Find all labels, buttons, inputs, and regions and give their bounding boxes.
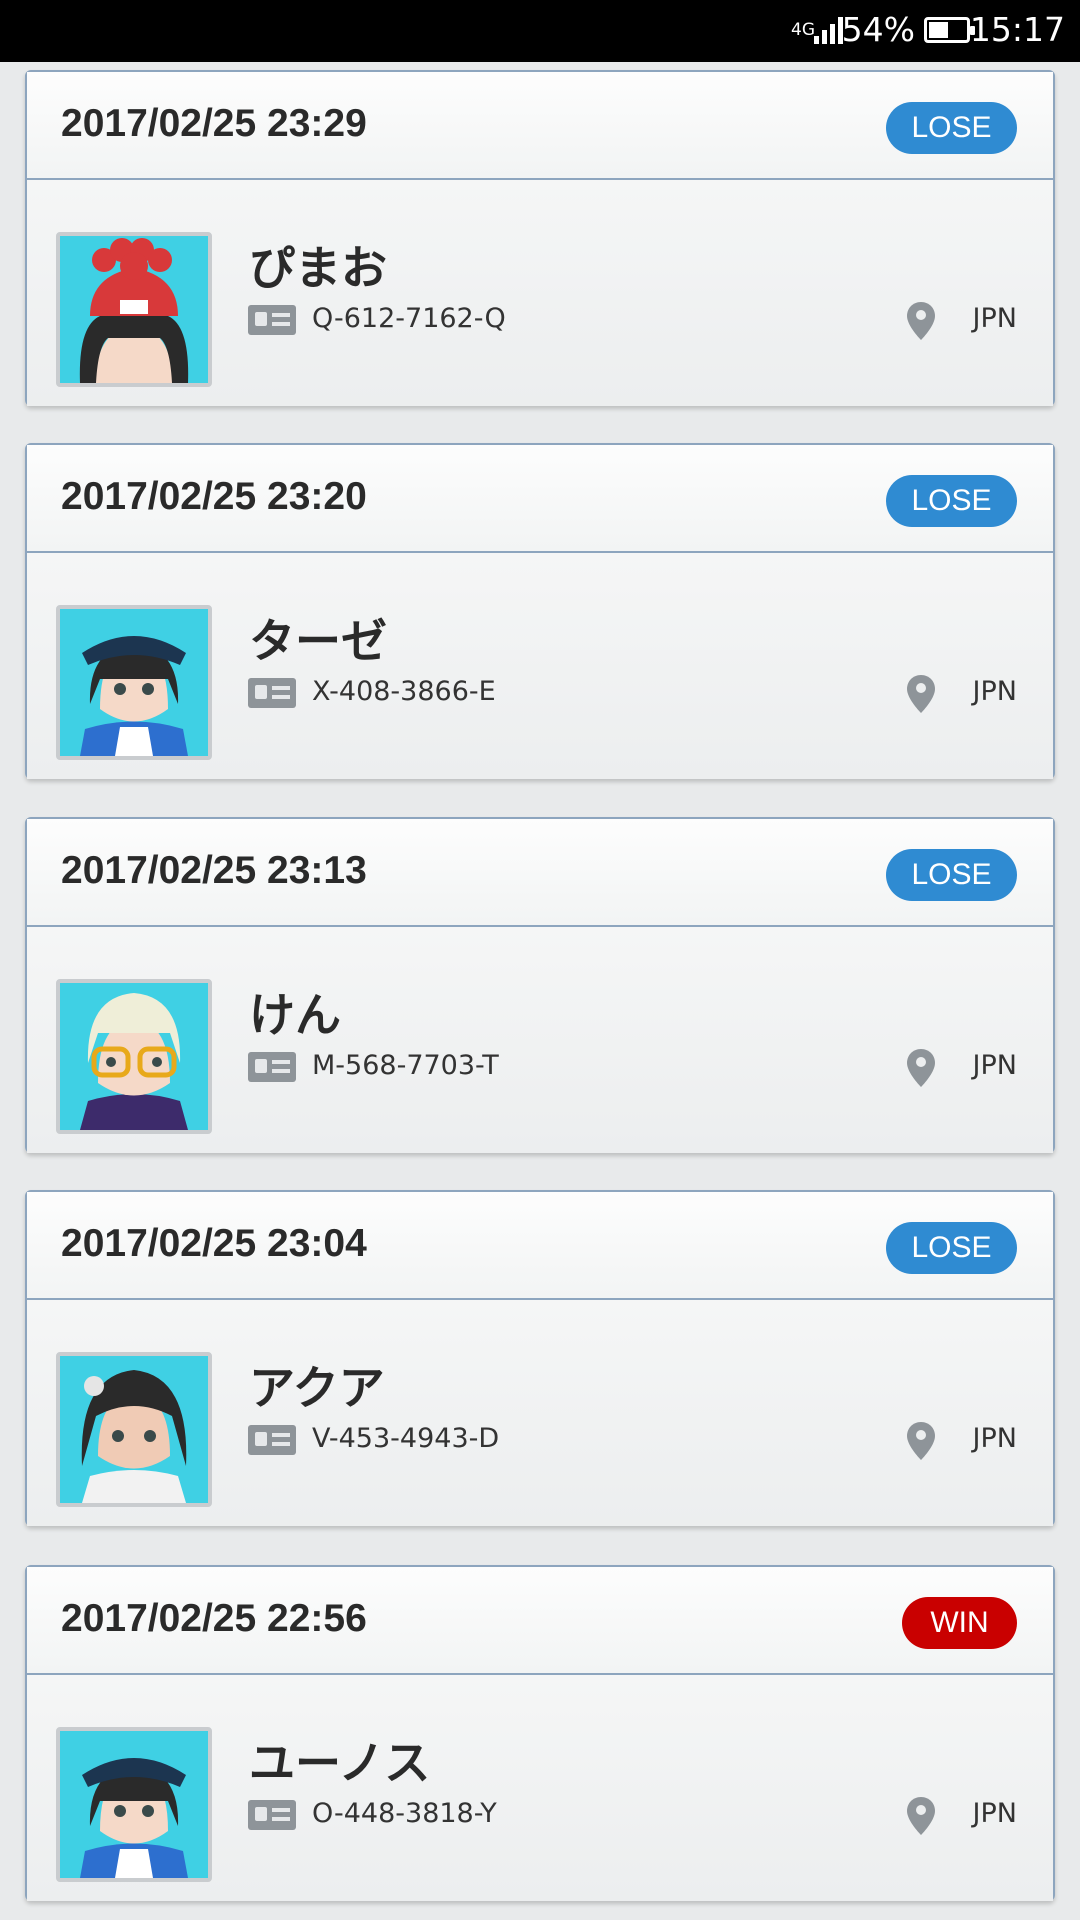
location-pin-icon: [907, 1422, 935, 1460]
location-pin-icon: [907, 302, 935, 340]
card-header: 2017/02/25 22:56 WIN: [27, 1567, 1053, 1675]
country: JPN: [972, 303, 1017, 334]
trainer-avatar-icon: [60, 1731, 208, 1878]
trainer-name: ターゼ: [249, 614, 387, 668]
card-body: けん M-568-7703-T JPN: [27, 927, 1053, 1153]
battery-percent: 54%: [841, 10, 915, 49]
location-pin-icon: [907, 675, 935, 713]
card-header: 2017/02/25 23:04 LOSE: [27, 1192, 1053, 1300]
clock: 15:17: [969, 10, 1065, 49]
status-bar: 4G 54% 15:17: [0, 0, 1080, 62]
country: JPN: [972, 676, 1017, 707]
result-badge: LOSE: [886, 1222, 1017, 1274]
result-badge: LOSE: [886, 102, 1017, 154]
card-header: 2017/02/25 23:13 LOSE: [27, 819, 1053, 927]
id-card-icon: [248, 305, 296, 335]
card-header: 2017/02/25 23:29 LOSE: [27, 72, 1053, 180]
trainer-id: M-568-7703-T: [312, 1050, 499, 1081]
avatar[interactable]: [56, 605, 212, 760]
trainer-name: アクア: [249, 1361, 385, 1415]
avatar[interactable]: [56, 1352, 212, 1507]
card-body: ユーノス O-448-3818-Y JPN: [27, 1675, 1053, 1901]
network-type: 4G: [791, 20, 815, 40]
trainer-avatar-icon: [60, 1356, 208, 1503]
trainer-name: けん: [249, 988, 341, 1042]
battle-card[interactable]: 2017/02/25 23:04 LOSE アクア V-453-4943-D J…: [25, 1190, 1055, 1526]
result-badge: LOSE: [886, 475, 1017, 527]
result-badge: LOSE: [886, 849, 1017, 901]
result-badge: WIN: [902, 1597, 1017, 1649]
battle-card[interactable]: 2017/02/25 23:29 LOSE ぴまお Q-612-7162-Q J…: [25, 70, 1055, 406]
location-pin-icon: [907, 1049, 935, 1087]
battle-card[interactable]: 2017/02/25 23:20 LOSE ターゼ X-408-3866-E J…: [25, 443, 1055, 779]
trainer-id: Q-612-7162-Q: [312, 303, 506, 334]
avatar[interactable]: [56, 1727, 212, 1882]
id-card-icon: [248, 1800, 296, 1830]
trainer-name: ぴまお: [249, 241, 387, 295]
battery-icon: [924, 17, 975, 43]
country: JPN: [972, 1050, 1017, 1081]
battle-datetime: 2017/02/25 23:29: [61, 102, 367, 145]
battle-datetime: 2017/02/25 23:04: [61, 1222, 367, 1265]
battle-card[interactable]: 2017/02/25 23:13 LOSE けん M-568-7703-T JP…: [25, 817, 1055, 1153]
card-body: アクア V-453-4943-D JPN: [27, 1300, 1053, 1526]
id-card-icon: [248, 678, 296, 708]
trainer-id: X-408-3866-E: [312, 676, 496, 707]
country: JPN: [972, 1423, 1017, 1454]
card-header: 2017/02/25 23:20 LOSE: [27, 445, 1053, 553]
battle-datetime: 2017/02/25 23:20: [61, 475, 367, 518]
trainer-avatar-icon: [60, 236, 208, 383]
country: JPN: [972, 1798, 1017, 1829]
trainer-id: V-453-4943-D: [312, 1423, 500, 1454]
battle-datetime: 2017/02/25 22:56: [61, 1597, 367, 1640]
card-body: ぴまお Q-612-7162-Q JPN: [27, 180, 1053, 406]
location-pin-icon: [907, 1797, 935, 1835]
trainer-id: O-448-3818-Y: [312, 1798, 497, 1829]
card-body: ターゼ X-408-3866-E JPN: [27, 553, 1053, 779]
battle-card[interactable]: 2017/02/25 22:56 WIN ユーノス O-448-3818-Y J…: [25, 1565, 1055, 1901]
signal-icon: [814, 16, 844, 44]
battle-datetime: 2017/02/25 23:13: [61, 849, 367, 892]
id-card-icon: [248, 1425, 296, 1455]
trainer-avatar-icon: [60, 983, 208, 1130]
avatar[interactable]: [56, 979, 212, 1134]
trainer-name: ユーノス: [249, 1736, 431, 1790]
id-card-icon: [248, 1052, 296, 1082]
trainer-avatar-icon: [60, 609, 208, 756]
avatar[interactable]: [56, 232, 212, 387]
